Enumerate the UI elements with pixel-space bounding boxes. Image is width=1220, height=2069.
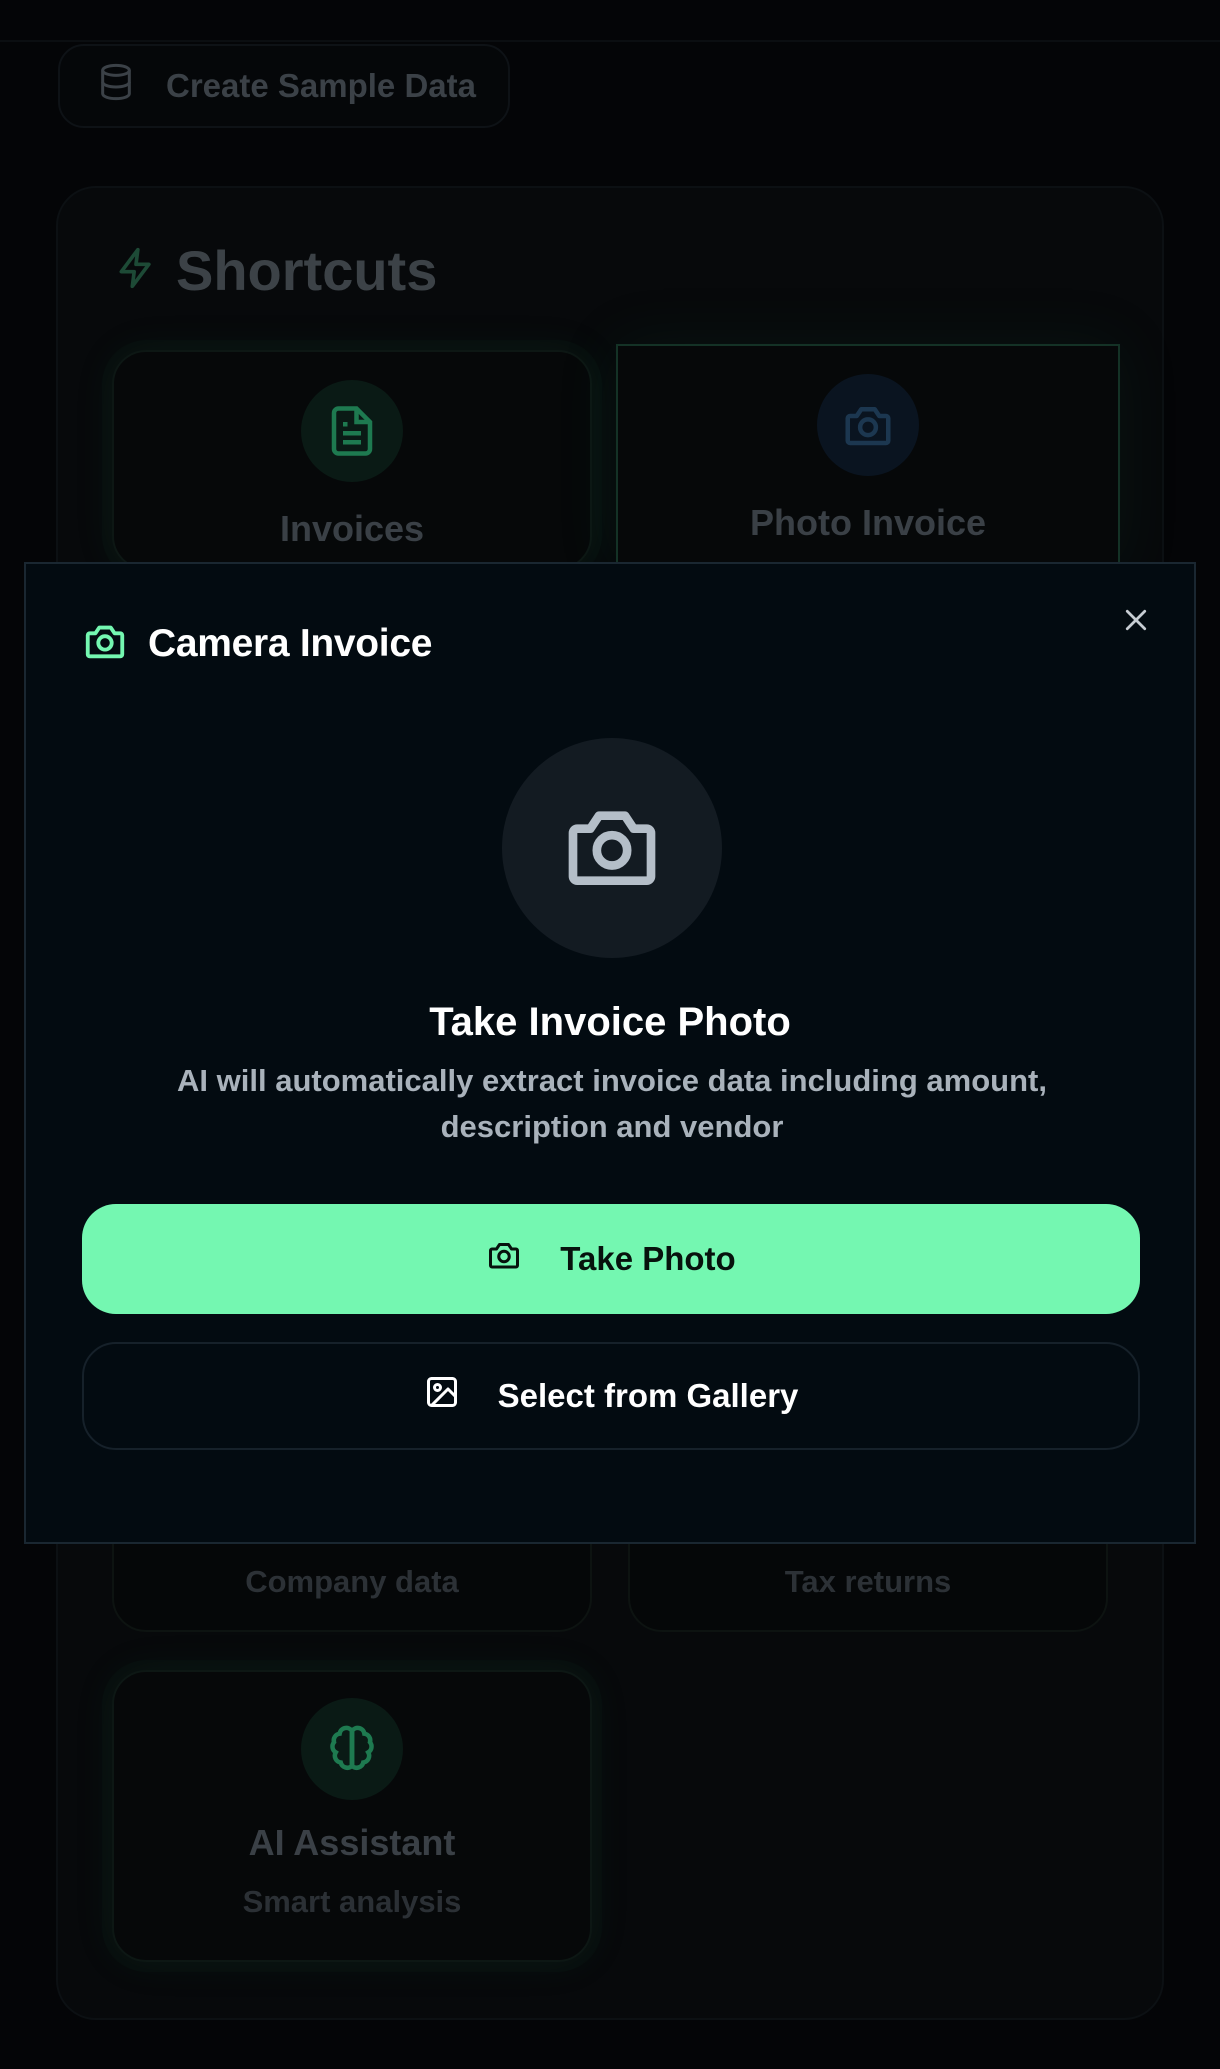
shortcut-subtitle-company-data: Company data xyxy=(245,1564,459,1599)
take-photo-label: Take Photo xyxy=(560,1240,736,1277)
prompt-title: Take Invoice Photo xyxy=(429,1000,791,1044)
image-icon xyxy=(424,1374,460,1418)
top-divider xyxy=(0,40,1220,42)
shortcut-card-photo-invoice[interactable]: Photo Invoice xyxy=(616,344,1120,570)
file-text-icon xyxy=(301,380,403,482)
shortcut-title-invoices: Invoices xyxy=(279,508,425,549)
prompt-description: AI will automatically extract invoice da… xyxy=(177,1063,1047,1144)
camera-invoice-modal: Camera Invoice Take Invoice Photo AI wil… xyxy=(24,562,1196,1544)
camera-icon xyxy=(82,618,128,669)
close-icon xyxy=(1121,605,1151,640)
lightning-icon xyxy=(114,238,158,303)
create-sample-data-button[interactable]: Create Sample Data xyxy=(58,44,510,128)
shortcuts-heading: Shortcuts xyxy=(114,238,437,303)
select-from-gallery-label: Select from Gallery xyxy=(497,1377,799,1414)
camera-icon xyxy=(817,374,919,476)
shortcuts-title: Shortcuts xyxy=(176,239,438,302)
camera-icon xyxy=(560,794,664,903)
create-sample-data-label: Create Sample Data xyxy=(166,67,476,104)
shortcut-card-ai-assistant[interactable]: AI Assistant Smart analysis xyxy=(112,1670,592,1962)
database-icon xyxy=(96,62,136,110)
brain-icon xyxy=(301,1698,403,1800)
shortcut-title-photo-invoice: Photo Invoice xyxy=(749,502,987,543)
camera-icon xyxy=(486,1237,522,1281)
shortcut-subtitle-tax-returns: Tax returns xyxy=(784,1564,952,1599)
modal-header: Camera Invoice xyxy=(82,618,432,669)
shortcut-card-invoices[interactable]: Invoices xyxy=(112,350,592,570)
take-photo-button[interactable]: Take Photo xyxy=(82,1204,1140,1314)
hero-camera-circle xyxy=(502,738,722,958)
select-from-gallery-button[interactable]: Select from Gallery xyxy=(82,1342,1140,1450)
shortcut-subtitle-ai-assistant: Smart analysis xyxy=(242,1884,462,1919)
close-button[interactable] xyxy=(1114,600,1158,644)
shortcut-title-ai-assistant: AI Assistant xyxy=(248,1822,456,1863)
modal-title: Camera Invoice xyxy=(148,621,433,665)
